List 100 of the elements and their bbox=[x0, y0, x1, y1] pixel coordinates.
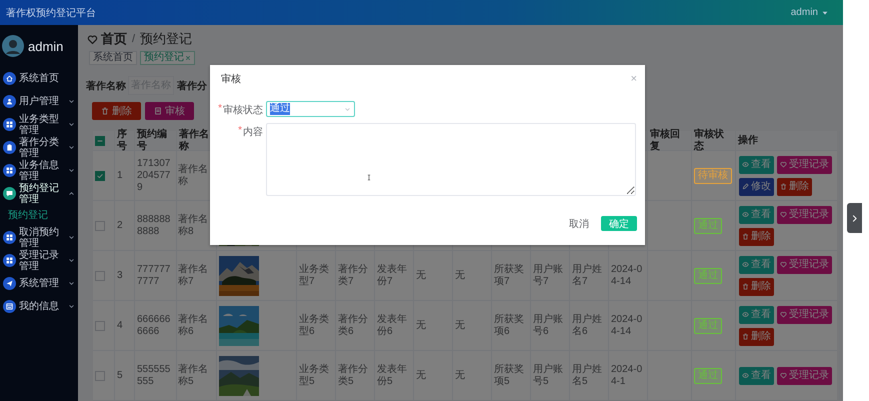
table-cell: 无 bbox=[455, 320, 465, 332]
table-cell-text: 2024-04-14 bbox=[611, 314, 644, 338]
close-button[interactable]: × bbox=[630, 73, 637, 85]
table-cell: 2 bbox=[117, 220, 123, 232]
table-cell: 无 bbox=[416, 270, 426, 282]
column-header: 著作名称 bbox=[179, 128, 210, 152]
page-tab[interactable]: 预约登记 bbox=[140, 51, 195, 65]
menu-item[interactable]: 业务类型管理 bbox=[0, 113, 78, 136]
table-cell-text: 著作分类7 bbox=[338, 264, 369, 288]
table-cell-text: 著作名称7 bbox=[178, 264, 209, 288]
menu-item[interactable]: 系统管理 bbox=[0, 272, 78, 295]
row-action-button[interactable]: 受理记录 bbox=[777, 366, 832, 384]
table-cell: 无 bbox=[416, 320, 426, 332]
table-cell-text: 业务类型5 bbox=[299, 364, 330, 388]
table-cell-text: 8888888888 bbox=[137, 214, 172, 238]
dialog-button[interactable]: 确定 bbox=[601, 216, 637, 231]
field-label: 内容 bbox=[243, 126, 263, 139]
table-cell-text: 用户姓名6 bbox=[572, 314, 603, 338]
field-label: 著作分 bbox=[177, 80, 207, 92]
menu-item[interactable]: 用户管理 bbox=[0, 90, 78, 113]
table-cell-text: 业务类型6 bbox=[299, 314, 330, 338]
row-action-button[interactable]: 受理记录 bbox=[777, 306, 832, 324]
row-action-button[interactable]: 查看 bbox=[739, 156, 774, 174]
required-mark: * bbox=[218, 103, 222, 116]
field-label: 审核状态 bbox=[223, 104, 263, 117]
table-cell: 无 bbox=[416, 370, 426, 382]
status-badge: 通过 bbox=[694, 368, 722, 384]
row-action-button[interactable]: 受理记录 bbox=[777, 156, 832, 174]
menu-item[interactable]: 业务信息管理 bbox=[0, 159, 78, 182]
dialog-title: 审核 bbox=[221, 72, 241, 86]
action-button[interactable]: 审核 bbox=[145, 102, 194, 120]
table-cell-text: 发表年份7 bbox=[377, 264, 408, 288]
menu-item[interactable]: 著作分类管理 bbox=[0, 136, 78, 159]
table-cell-text: 发表年份5 bbox=[377, 364, 408, 388]
action-button[interactable]: 删除 bbox=[92, 102, 141, 120]
row-action-button[interactable]: 删除 bbox=[739, 328, 774, 346]
table-cell-text: 2024-04-14 bbox=[611, 264, 644, 288]
status-badge: 待审核 bbox=[694, 168, 732, 184]
breadcrumb-separator: / bbox=[132, 33, 136, 45]
table-cell-text: 用户账号6 bbox=[533, 314, 564, 338]
table-cell-text: 著作名称5 bbox=[178, 364, 209, 388]
row-action-button[interactable]: 查看 bbox=[739, 206, 774, 224]
row-action-button[interactable]: 删除 bbox=[777, 178, 812, 196]
table-cell-text: 著作名称 bbox=[178, 164, 209, 188]
row-action-button[interactable]: 删除 bbox=[739, 228, 774, 246]
table-cell-text: 用户姓名5 bbox=[572, 364, 603, 388]
table-cell-text: 业务类型7 bbox=[299, 264, 330, 288]
status-badge: 通过 bbox=[694, 318, 722, 334]
breadcrumb-item[interactable]: 首页 bbox=[101, 30, 127, 48]
table-cell-text: 2024-04-1 bbox=[611, 364, 644, 388]
row-action-button[interactable]: 查看 bbox=[739, 256, 774, 274]
user-name: admin bbox=[28, 38, 64, 54]
row-action-button[interactable]: 受理记录 bbox=[777, 256, 832, 274]
menu-item[interactable]: 取消预约管理 bbox=[0, 226, 78, 249]
table-cell: 5 bbox=[117, 370, 123, 382]
table-cell-text: 用户账号5 bbox=[533, 364, 564, 388]
row-action-button[interactable]: 查看 bbox=[739, 366, 774, 384]
table-cell: 1 bbox=[117, 170, 123, 182]
table-cell-text: 用户账号7 bbox=[533, 264, 564, 288]
field-label: 著作名称 bbox=[86, 80, 126, 92]
table-cell-text: 著作名称8 bbox=[178, 214, 209, 238]
column-header: 序号 bbox=[117, 128, 128, 152]
table-cell-text: 著作分类5 bbox=[338, 364, 369, 388]
submenu-item[interactable]: 预约登记 bbox=[0, 205, 78, 226]
column-header: 操作 bbox=[738, 134, 758, 146]
table-cell-text: 所获奖项6 bbox=[494, 314, 525, 338]
table-cell-text: 6666666666 bbox=[137, 314, 172, 338]
breadcrumb-item[interactable]: 预约登记 bbox=[140, 30, 192, 48]
table-cell-text: 1713072045779 bbox=[137, 158, 172, 194]
column-header: 审核回复 bbox=[650, 128, 681, 152]
table-cell-text: 555555555 bbox=[137, 364, 172, 388]
table-cell-text: 7777777777 bbox=[137, 264, 172, 288]
table-cell-text: 著作分类6 bbox=[338, 314, 369, 338]
column-header: 预约编号 bbox=[137, 128, 168, 152]
column-header: 审核状态 bbox=[694, 128, 725, 152]
menu-item[interactable]: 我的信息 bbox=[0, 295, 78, 318]
table-cell-text: 著作名称6 bbox=[178, 314, 209, 338]
row-action-button[interactable]: 查看 bbox=[739, 306, 774, 324]
status-badge: 通过 bbox=[694, 218, 722, 234]
row-action-button[interactable]: 受理记录 bbox=[777, 206, 832, 224]
required-mark: * bbox=[238, 125, 242, 138]
table-cell: 3 bbox=[117, 270, 123, 282]
status-select[interactable]: 通过 bbox=[266, 101, 355, 117]
row-action-button[interactable]: 修改 bbox=[739, 178, 774, 196]
table-cell-text: 所获奖项5 bbox=[494, 364, 525, 388]
menu-item[interactable]: 预约登记管理 bbox=[0, 182, 78, 205]
table-cell: 4 bbox=[117, 320, 123, 332]
table-cell-text: 发表年份6 bbox=[377, 314, 408, 338]
table-cell-text: 用户姓名7 bbox=[572, 264, 603, 288]
user-menu[interactable]: admin bbox=[790, 7, 837, 18]
status-badge: 通过 bbox=[694, 268, 722, 284]
app-title: 著作权预约登记平台 bbox=[6, 6, 96, 20]
table-cell-text: 所获奖项7 bbox=[494, 264, 525, 288]
dialog-button[interactable]: 取消 bbox=[563, 216, 595, 231]
row-action-button[interactable]: 删除 bbox=[739, 278, 774, 296]
page-tab[interactable]: 系统首页 bbox=[89, 51, 137, 65]
table-cell: 无 bbox=[455, 270, 465, 282]
table-cell: 无 bbox=[455, 370, 465, 382]
menu-item[interactable]: 系统首页 bbox=[0, 67, 78, 90]
menu-item[interactable]: 受理记录管理 bbox=[0, 249, 78, 272]
